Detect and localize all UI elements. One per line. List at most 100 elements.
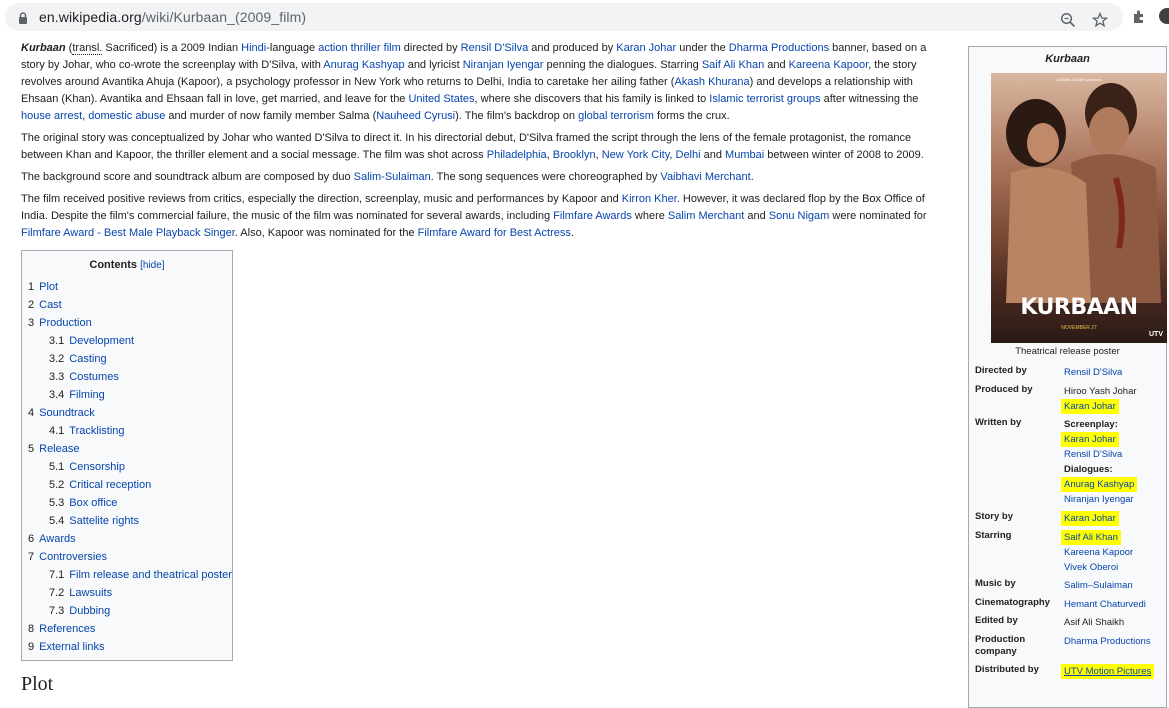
ib-link-rensil-screenplay[interactable]: Rensil D'Silva (1064, 449, 1122, 460)
link-kareena[interactable]: Kareena Kapoor (789, 59, 869, 71)
link-filmfare-awards[interactable]: Filmfare Awards (553, 210, 632, 222)
extensions-icon[interactable] (1131, 9, 1147, 25)
ib-link-hemant[interactable]: Hemant Chaturvedi (1064, 599, 1146, 610)
toc-item[interactable]: 5.1 Censorship (28, 458, 232, 476)
link-nyc[interactable]: New York City (602, 149, 670, 161)
toc-link[interactable]: 7.3 Dubbing (49, 605, 110, 617)
toc-link[interactable]: 4 Soundtrack (28, 407, 95, 419)
link-karan-johar[interactable]: Karan Johar (616, 42, 676, 54)
toc-number: 5 (28, 443, 35, 455)
ib-link-vivek[interactable]: Vivek Oberoi (1064, 562, 1118, 573)
link-hindi[interactable]: Hindi (241, 42, 266, 54)
ib-link-karan-story[interactable]: Karan Johar (1061, 511, 1119, 526)
toc-item[interactable]: 5.3 Box office (28, 494, 232, 512)
toc-link[interactable]: 4.1 Tracklisting (49, 425, 125, 437)
toc-link[interactable]: 3.3 Costumes (49, 371, 119, 383)
toc-item[interactable]: 3.4 Filming (28, 386, 232, 404)
toc-item[interactable]: 3.3 Costumes (28, 368, 232, 386)
link-saif[interactable]: Saif Ali Khan (702, 59, 764, 71)
link-salim-sulaiman[interactable]: Salim-Sulaiman (354, 171, 431, 183)
toc-link[interactable]: 5.1 Censorship (49, 461, 125, 473)
link-akash[interactable]: Akash Khurana (674, 76, 749, 88)
toc-link[interactable]: 5.2 Critical reception (49, 479, 151, 491)
profile-icon[interactable] (1159, 8, 1169, 24)
address-bar[interactable]: en.wikipedia.org/wiki/Kurbaan_(2009_film… (5, 3, 1123, 31)
transl-abbr[interactable]: transl. (72, 42, 103, 55)
toc-link[interactable]: 3 Production (28, 317, 92, 329)
ib-link-niranjan[interactable]: Niranjan Iyengar (1064, 494, 1134, 505)
toc-item[interactable]: 9 External links (28, 638, 232, 656)
link-anurag[interactable]: Anurag Kashyap (323, 59, 404, 71)
link-mumbai[interactable]: Mumbai (725, 149, 764, 161)
link-philadelphia[interactable]: Philadelphia (487, 149, 547, 161)
link-best-male-playback[interactable]: Filmfare Award - Best Male Playback Sing… (21, 227, 235, 239)
ib-link-karan-screenplay[interactable]: Karan Johar (1061, 432, 1119, 447)
link-sonu-nigam[interactable]: Sonu Nigam (769, 210, 830, 222)
link-delhi[interactable]: Delhi (676, 149, 701, 161)
toc-link[interactable]: 5.4 Sattelite rights (49, 515, 139, 527)
toc-item[interactable]: 4.1 Tracklisting (28, 422, 232, 440)
toc-item[interactable]: 3.1 Development (28, 332, 232, 350)
toc-link[interactable]: 7 Controversies (28, 551, 107, 563)
zoom-icon[interactable] (1060, 12, 1076, 28)
toc-item[interactable]: 4 Soundtrack (28, 404, 232, 422)
toc-item[interactable]: 3.2 Casting (28, 350, 232, 368)
toc-item[interactable]: 7 Controversies (28, 548, 232, 566)
toc-item[interactable]: 1 Plot (28, 278, 232, 296)
ib-link-saif[interactable]: Saif Ali Khan (1061, 530, 1121, 545)
url-text[interactable]: en.wikipedia.org/wiki/Kurbaan_(2009_film… (39, 9, 306, 25)
toc-item[interactable]: 5.2 Critical reception (28, 476, 232, 494)
link-action-thriller[interactable]: action thriller film (318, 42, 401, 54)
link-global-terrorism[interactable]: global terrorism (578, 110, 654, 122)
link-us[interactable]: United States (408, 93, 474, 105)
toc-item[interactable]: 5 Release (28, 440, 232, 458)
toc-link[interactable]: 5.3 Box office (49, 497, 117, 509)
ib-link-anurag[interactable]: Anurag Kashyap (1061, 477, 1138, 492)
toc-number: 6 (28, 533, 35, 545)
toc-link[interactable]: 9 External links (28, 641, 105, 653)
toc-link[interactable]: 3.1 Development (49, 335, 134, 347)
toc-item[interactable]: 6 Awards (28, 530, 232, 548)
toc-label: External links (39, 641, 105, 653)
toc-link[interactable]: 6 Awards (28, 533, 76, 545)
toc-link[interactable]: 5 Release (28, 443, 79, 455)
link-best-actress[interactable]: Filmfare Award for Best Actress (418, 227, 571, 239)
ib-link-utv[interactable]: UTV Motion Pictures (1061, 664, 1155, 679)
lock-icon[interactable] (17, 12, 29, 24)
toc-link[interactable]: 1 Plot (28, 281, 58, 293)
toc-link[interactable]: 7.2 Lawsuits (49, 587, 112, 599)
link-brooklyn[interactable]: Brooklyn (553, 149, 596, 161)
toc-item[interactable]: 3 Production (28, 314, 232, 332)
theatrical-poster[interactable]: KARAN JOHAR presents KURBAAN NOVEMBER 27… (991, 73, 1167, 343)
ib-link-dharma[interactable]: Dharma Productions (1064, 636, 1151, 647)
infobox: Kurbaan KARAN JOHAR presents KURBAAN NOV… (968, 46, 1167, 708)
link-rensil[interactable]: Rensil D'Silva (461, 42, 529, 54)
toc-item[interactable]: 8 References (28, 620, 232, 638)
ib-link-salim-sulaiman[interactable]: Salim–Sulaiman (1064, 580, 1133, 591)
ib-link-kareena[interactable]: Kareena Kapoor (1064, 547, 1133, 558)
link-house-arrest[interactable]: house arrest (21, 110, 82, 122)
link-domestic-abuse[interactable]: domestic abuse (88, 110, 165, 122)
toc-item[interactable]: 7.3 Dubbing (28, 602, 232, 620)
link-islamic-terror[interactable]: Islamic terrorist groups (709, 93, 820, 105)
link-dharma[interactable]: Dharma Productions (729, 42, 829, 54)
toc-item[interactable]: 7.2 Lawsuits (28, 584, 232, 602)
link-vaibhavi[interactable]: Vaibhavi Merchant (660, 171, 750, 183)
toc-link[interactable]: 3.4 Filming (49, 389, 105, 401)
ib-link-rensil[interactable]: Rensil D'Silva (1064, 367, 1122, 378)
link-niranjan[interactable]: Niranjan Iyengar (463, 59, 544, 71)
link-nauheed[interactable]: Nauheed Cyrusi (376, 110, 455, 122)
toc-link[interactable]: 8 References (28, 623, 95, 635)
toc-number: 7.2 (49, 587, 65, 599)
ib-link-karan-producer[interactable]: Karan Johar (1061, 399, 1119, 414)
toc-hide-link[interactable]: [hide] (140, 260, 164, 271)
star-icon[interactable] (1092, 12, 1108, 28)
toc-link[interactable]: 7.1 Film release and theatrical poster (49, 569, 232, 581)
link-kirron[interactable]: Kirron Kher (622, 193, 677, 205)
toc-link[interactable]: 3.2 Casting (49, 353, 107, 365)
toc-link[interactable]: 2 Cast (28, 299, 62, 311)
toc-item[interactable]: 7.1 Film release and theatrical poster (28, 566, 232, 584)
link-salim-merchant[interactable]: Salim Merchant (668, 210, 744, 222)
toc-item[interactable]: 5.4 Sattelite rights (28, 512, 232, 530)
toc-item[interactable]: 2 Cast (28, 296, 232, 314)
